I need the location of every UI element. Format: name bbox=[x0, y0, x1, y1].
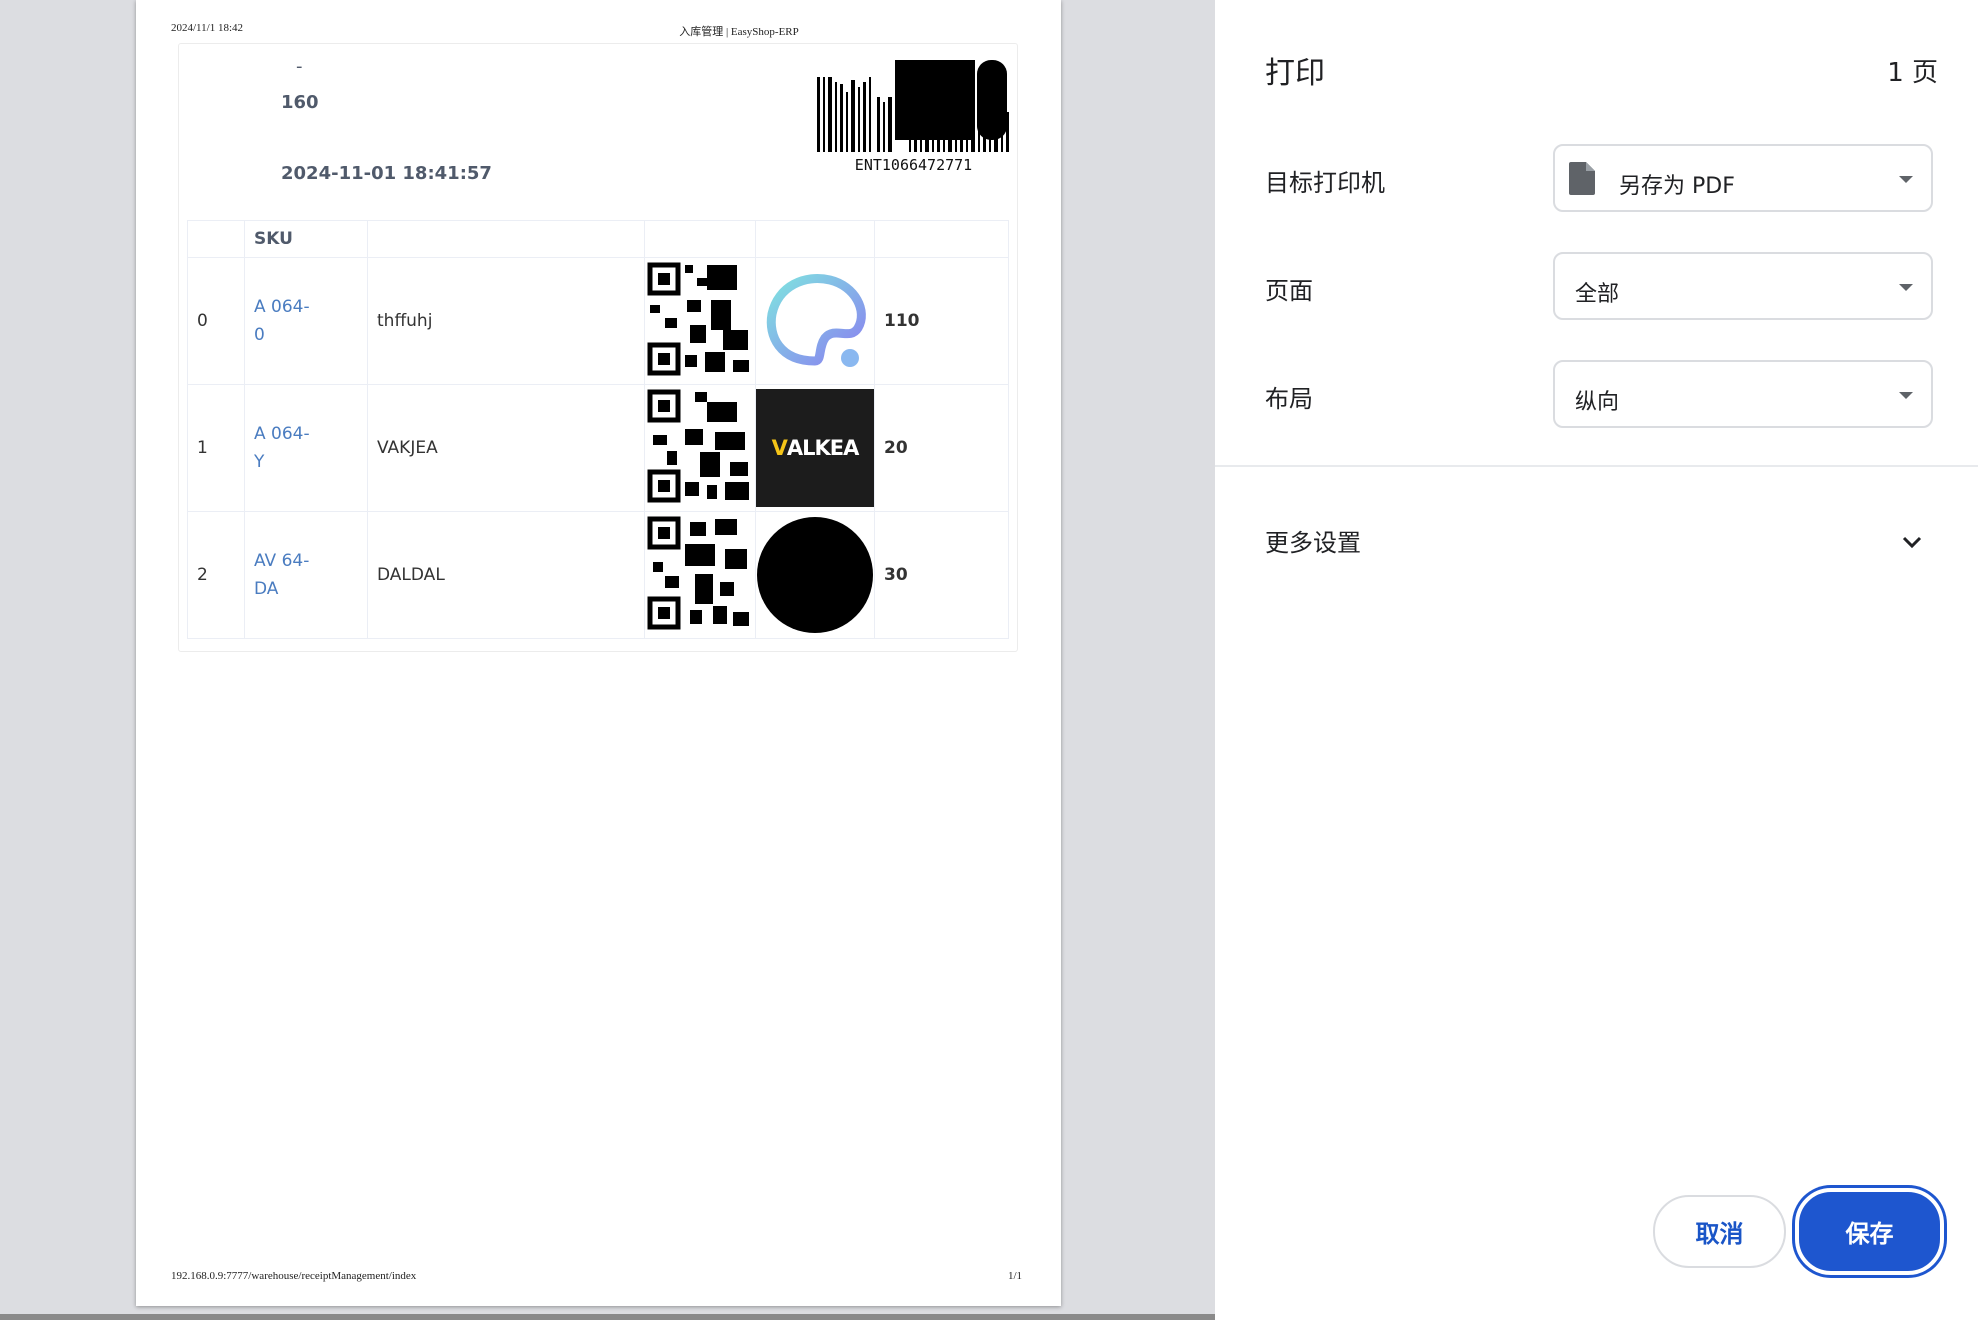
destination-select[interactable]: 另存为 PDF bbox=[1553, 144, 1933, 212]
header-cell-name bbox=[367, 220, 645, 258]
header-cell-quantity bbox=[874, 220, 1009, 258]
dropdown-arrow-icon bbox=[1899, 176, 1913, 183]
preview-bottom-strip bbox=[0, 1314, 1215, 1320]
qr-code bbox=[647, 516, 749, 629]
dropdown-arrow-icon bbox=[1899, 392, 1913, 399]
row-index: 2 bbox=[187, 511, 245, 639]
pages-value: 全部 bbox=[1575, 282, 1620, 307]
row-image-cell: V ALKEA bbox=[755, 384, 875, 512]
dropdown-arrow-icon bbox=[1899, 284, 1913, 291]
info-quantity: 160 bbox=[281, 92, 319, 113]
pages-label: 页面 bbox=[1265, 277, 1313, 305]
pages-select[interactable]: 全部 bbox=[1553, 252, 1933, 320]
sku-line-2: DA bbox=[254, 579, 279, 599]
footer-page-number: 1/1 bbox=[1008, 1270, 1023, 1282]
page-count: 1 页 bbox=[1887, 58, 1938, 88]
sku-line-1: A 064- bbox=[254, 297, 310, 317]
info-datetime: 2024-11-01 18:41:57 bbox=[281, 163, 492, 184]
table-row: 2 AV 64- DA DALDAL 30 bbox=[187, 511, 1009, 639]
destination-label: 目标打印机 bbox=[1265, 169, 1385, 197]
row-qrcode-cell bbox=[644, 384, 756, 512]
file-icon bbox=[1569, 162, 1595, 195]
table-row: 0 A 064- 0 thffuhj 110 bbox=[187, 257, 1009, 385]
header-cell-image bbox=[755, 220, 875, 258]
header-title: 入库管理 | EasyShop-ERP bbox=[679, 26, 799, 38]
layout-label: 布局 bbox=[1265, 385, 1313, 413]
receipt-frame: - 160 2024-11-01 18:41:57 ENT1066472771 … bbox=[178, 43, 1018, 652]
qr-code bbox=[647, 389, 749, 502]
product-image-swirl bbox=[756, 262, 874, 380]
layout-value: 纵向 bbox=[1575, 390, 1620, 415]
header-cell-index bbox=[187, 220, 245, 258]
barcode: ENT1066472771 bbox=[817, 52, 1010, 177]
valkea-logo: V ALKEA bbox=[756, 389, 874, 507]
table-row: 1 A 064- Y VAKJEA V ALKEA 20 bbox=[187, 384, 1009, 512]
valkea-logo-text: ALKEA bbox=[786, 436, 860, 460]
product-image-circle bbox=[756, 516, 874, 634]
header-cell-sku: SKU bbox=[244, 220, 368, 258]
preview-page: 2024/11/1 18:42 入库管理 | EasyShop-ERP - 16… bbox=[136, 0, 1061, 1306]
row-sku: AV 64- DA bbox=[244, 511, 368, 639]
barcode-number: ENT1066472771 bbox=[854, 156, 973, 174]
row-index: 1 bbox=[187, 384, 245, 512]
qr-code bbox=[647, 262, 749, 375]
product-image-valkea: V ALKEA bbox=[756, 389, 874, 507]
header-cell-qrcode bbox=[644, 220, 756, 258]
barcode-graphic bbox=[817, 60, 1009, 152]
row-image-cell bbox=[755, 511, 875, 639]
receipt-items-table: SKU 0 A 064- 0 thffuhj 110 1 A 064- Y VA… bbox=[187, 220, 1009, 639]
row-quantity: 110 bbox=[874, 257, 1009, 385]
print-settings-panel: 打印 1 页 目标打印机 另存为 PDF 页面 全部 布局 纵向 更多设置 取消… bbox=[1215, 0, 1978, 1320]
table-header-row: SKU bbox=[187, 220, 1009, 258]
row-name: thffuhj bbox=[367, 257, 645, 385]
row-quantity: 30 bbox=[874, 511, 1009, 639]
chevron-down-icon[interactable] bbox=[1900, 530, 1924, 554]
row-sku: A 064- 0 bbox=[244, 257, 368, 385]
panel-title: 打印 bbox=[1265, 56, 1325, 91]
cancel-button[interactable]: 取消 bbox=[1653, 1195, 1786, 1268]
row-sku: A 064- Y bbox=[244, 384, 368, 512]
save-button[interactable]: 保存 bbox=[1795, 1188, 1944, 1275]
valkea-logo-letter: V bbox=[771, 436, 788, 460]
layout-select[interactable]: 纵向 bbox=[1553, 360, 1933, 428]
row-name: VAKJEA bbox=[367, 384, 645, 512]
panel-divider bbox=[1215, 465, 1978, 467]
row-qrcode-cell bbox=[644, 257, 756, 385]
black-circle-image bbox=[757, 517, 873, 633]
row-image-cell bbox=[755, 257, 875, 385]
footer-url: 192.168.0.9:7777/warehouse/receiptManage… bbox=[171, 1270, 417, 1282]
row-index: 0 bbox=[187, 257, 245, 385]
swirl-logo-icon bbox=[766, 274, 866, 367]
row-quantity: 20 bbox=[874, 384, 1009, 512]
row-name: DALDAL bbox=[367, 511, 645, 639]
sku-line-1: AV 64- bbox=[254, 551, 310, 571]
sku-line-2: 0 bbox=[254, 325, 265, 345]
destination-value: 另存为 PDF bbox=[1619, 174, 1735, 199]
more-settings-toggle[interactable]: 更多设置 bbox=[1265, 523, 1361, 558]
print-preview-area: 2024/11/1 18:42 入库管理 | EasyShop-ERP - 16… bbox=[0, 0, 1215, 1320]
sku-line-2: Y bbox=[254, 452, 265, 472]
header-datetime: 2024/11/1 18:42 bbox=[171, 22, 244, 34]
sku-line-1: A 064- bbox=[254, 424, 310, 444]
row-qrcode-cell bbox=[644, 511, 756, 639]
info-dash: - bbox=[296, 56, 303, 77]
